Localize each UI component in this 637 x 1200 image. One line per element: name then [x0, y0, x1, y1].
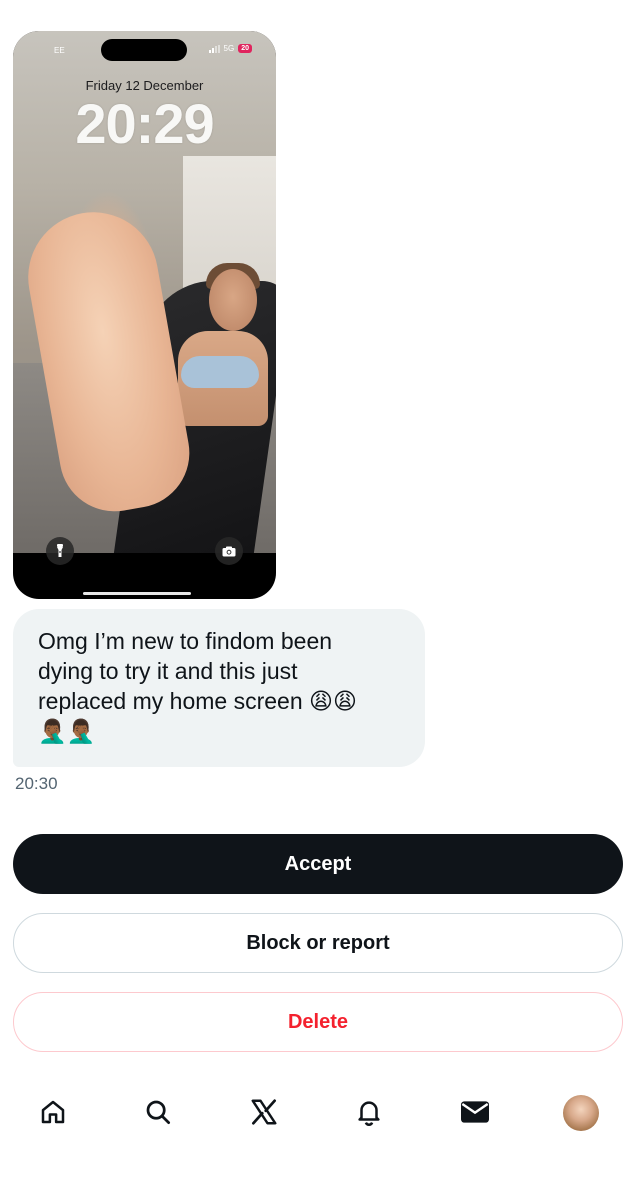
message-timestamp: 20:30 [15, 774, 58, 793]
camera-icon [215, 537, 243, 565]
delete-button[interactable]: Delete [13, 992, 623, 1052]
wallpaper-head [209, 269, 257, 331]
messages-envelope-icon[interactable] [455, 1092, 495, 1132]
profile-avatar[interactable] [563, 1095, 599, 1131]
accept-button[interactable]: Accept [13, 834, 623, 894]
carrier-label: EE [54, 46, 65, 55]
wallpaper-top [181, 356, 259, 388]
notifications-bell-icon[interactable] [349, 1092, 389, 1132]
bottom-navigation-bar [0, 1086, 637, 1138]
home-indicator [83, 592, 191, 595]
lock-screen-time: 20:29 [75, 92, 214, 155]
network-label: 5G [223, 44, 235, 53]
signal-icon [208, 44, 220, 53]
battery-indicator: 20 [238, 44, 252, 53]
home-icon[interactable] [33, 1092, 73, 1132]
search-icon[interactable] [138, 1092, 178, 1132]
status-indicators: 5G 20 [208, 44, 252, 53]
shared-screenshot-image[interactable]: EE 5G 20 Friday 12 December 20:29 [13, 31, 276, 599]
message-bubble: Omg I’m new to findom been dying to try … [13, 609, 425, 767]
block-or-report-button[interactable]: Block or report [13, 913, 623, 973]
dynamic-island [101, 39, 187, 61]
flashlight-icon [46, 537, 74, 565]
message-text: Omg I’m new to findom been dying to try … [38, 628, 357, 744]
x-logo-icon[interactable] [244, 1092, 284, 1132]
